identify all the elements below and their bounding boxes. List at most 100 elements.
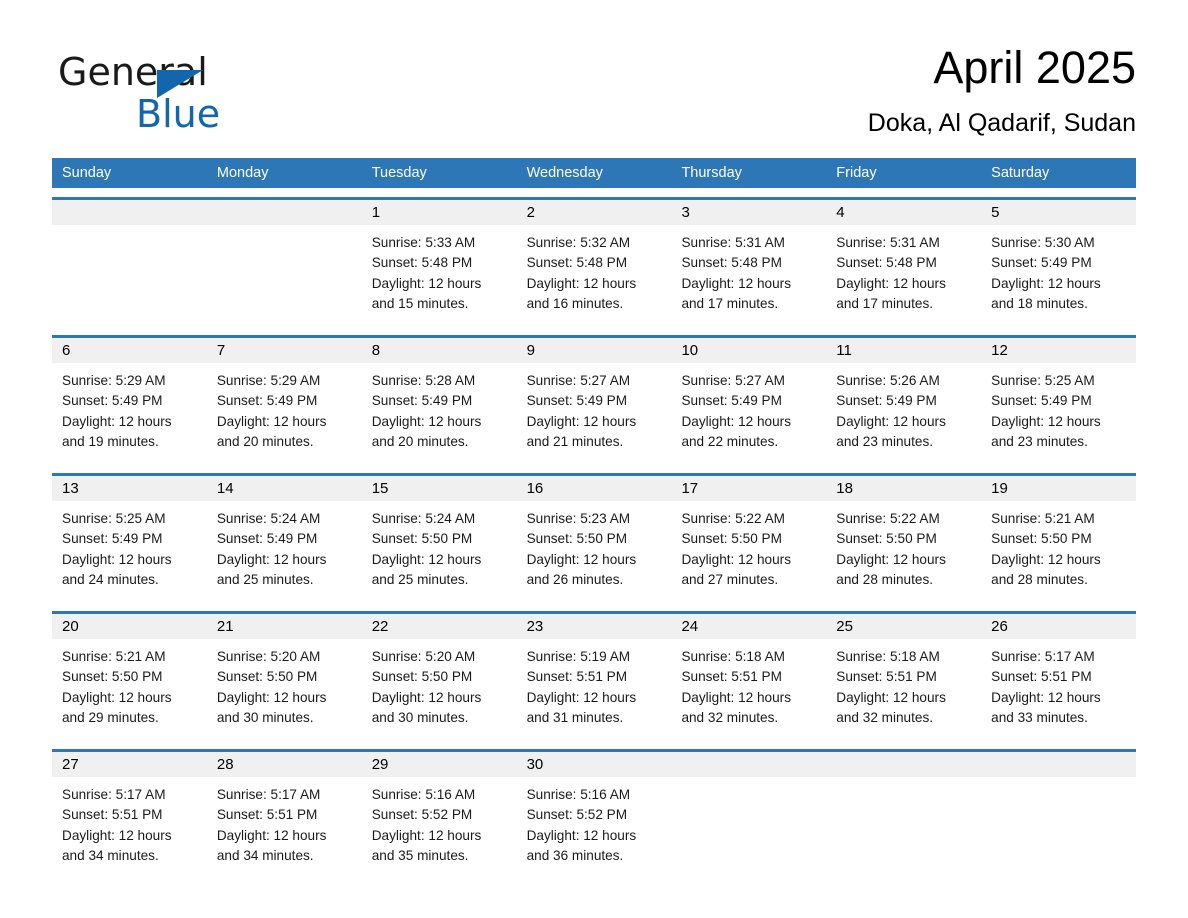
day-cell[interactable]: Sunrise: 5:21 AM Sunset: 5:50 PM Dayligh… (52, 639, 207, 740)
day-cell[interactable]: Sunrise: 5:28 AM Sunset: 5:49 PM Dayligh… (362, 363, 517, 464)
day-cell[interactable] (52, 225, 207, 326)
day-number: 2 (526, 204, 535, 221)
day-cell[interactable]: Sunrise: 5:18 AM Sunset: 5:51 PM Dayligh… (671, 639, 826, 740)
week-row: 13 14 15 16 17 18 19 Sunrise: 5:25 AM Su… (52, 473, 1136, 602)
day-cell[interactable]: Sunrise: 5:23 AM Sunset: 5:50 PM Dayligh… (517, 501, 672, 602)
sunset-text: Sunset: 5:50 PM (216, 669, 318, 685)
sunrise-text: Sunrise: 5:28 AM (371, 373, 476, 388)
day-cell[interactable]: Sunrise: 5:32 AM Sunset: 5:48 PM Dayligh… (517, 225, 672, 326)
day-cell[interactable]: Sunrise: 5:31 AM Sunset: 5:48 PM Dayligh… (826, 225, 981, 326)
calendar-table: Sunday Monday Tuesday Wednesday Thursday… (52, 158, 1136, 878)
day-number: 5 (991, 204, 1000, 221)
day-cell[interactable]: Sunrise: 5:17 AM Sunset: 5:51 PM Dayligh… (981, 639, 1136, 740)
sunrise-text: Sunrise: 5:24 AM (216, 511, 321, 526)
day-cell[interactable]: Sunrise: 5:33 AM Sunset: 5:48 PM Dayligh… (362, 225, 517, 326)
daylight-text-line2: and 15 minutes. (371, 295, 469, 311)
day-cell[interactable]: Sunrise: 5:21 AM Sunset: 5:50 PM Dayligh… (981, 501, 1136, 602)
day-number: 13 (62, 480, 79, 497)
day-number (671, 752, 826, 777)
day-cell[interactable]: Sunrise: 5:26 AM Sunset: 5:49 PM Dayligh… (826, 363, 981, 464)
day-cell[interactable]: Sunrise: 5:25 AM Sunset: 5:49 PM Dayligh… (981, 363, 1136, 464)
daylight-text-line2: and 31 minutes. (526, 709, 624, 725)
sunset-text: Sunset: 5:49 PM (991, 393, 1092, 409)
sunset-text: Sunset: 5:51 PM (62, 807, 163, 823)
weekday-header-monday: Monday (216, 165, 269, 181)
daylight-text-line2: and 34 minutes. (62, 847, 159, 863)
day-number: 23 (526, 618, 544, 635)
day-cell[interactable]: Sunrise: 5:29 AM Sunset: 5:49 PM Dayligh… (52, 363, 207, 464)
weekday-header-row: Sunday Monday Tuesday Wednesday Thursday… (52, 158, 1136, 188)
day-cell[interactable] (207, 225, 362, 326)
calendar-page: General Blue April 2025 Doka, Al Qadarif… (0, 0, 1188, 918)
week-detail-band: Sunrise: 5:17 AM Sunset: 5:51 PM Dayligh… (52, 777, 1136, 878)
sunrise-text: Sunrise: 5:17 AM (62, 787, 166, 802)
day-cell[interactable]: Sunrise: 5:18 AM Sunset: 5:51 PM Dayligh… (826, 639, 981, 740)
daylight-text-line1: Daylight: 12 hours (991, 551, 1101, 567)
daylight-text-line1: Daylight: 12 hours (526, 689, 637, 705)
daylight-text-line2: and 24 minutes. (62, 571, 159, 587)
day-number: 21 (216, 618, 234, 635)
sunset-text: Sunset: 5:51 PM (991, 669, 1092, 685)
day-cell[interactable]: Sunrise: 5:30 AM Sunset: 5:49 PM Dayligh… (981, 225, 1136, 326)
sunset-text: Sunset: 5:51 PM (836, 669, 937, 685)
sunrise-text: Sunrise: 5:18 AM (681, 649, 785, 664)
day-cell[interactable]: Sunrise: 5:16 AM Sunset: 5:52 PM Dayligh… (362, 777, 517, 878)
week-detail-band: Sunrise: 5:25 AM Sunset: 5:49 PM Dayligh… (52, 501, 1136, 602)
day-cell[interactable] (981, 777, 1136, 878)
day-cell[interactable]: Sunrise: 5:22 AM Sunset: 5:50 PM Dayligh… (826, 501, 981, 602)
day-number (981, 752, 1136, 777)
day-cell[interactable]: Sunrise: 5:27 AM Sunset: 5:49 PM Dayligh… (517, 363, 672, 464)
day-cell[interactable] (826, 777, 981, 878)
title-block: April 2025 Doka, Al Qadarif, Sudan (868, 40, 1136, 138)
daylight-text-line2: and 28 minutes. (836, 571, 934, 587)
daylight-text-line2: and 19 minutes. (62, 433, 159, 449)
sunrise-text: Sunrise: 5:17 AM (216, 787, 321, 802)
weekday-header-sunday: Sunday (62, 165, 112, 181)
week-daynumber-band: 27 28 29 30 (52, 752, 1136, 777)
weekday-header-thursday: Thursday (681, 165, 742, 181)
sunset-text: Sunset: 5:52 PM (371, 807, 473, 823)
day-number: 25 (836, 618, 853, 635)
daylight-text-line2: and 32 minutes. (836, 709, 934, 725)
sunset-text: Sunset: 5:51 PM (526, 669, 628, 685)
day-cell[interactable]: Sunrise: 5:19 AM Sunset: 5:51 PM Dayligh… (517, 639, 672, 740)
day-cell[interactable]: Sunrise: 5:31 AM Sunset: 5:48 PM Dayligh… (671, 225, 826, 326)
day-number: 8 (371, 342, 381, 359)
sunset-text: Sunset: 5:49 PM (836, 393, 937, 409)
daylight-text-line2: and 25 minutes. (371, 571, 469, 587)
daylight-text-line2: and 30 minutes. (371, 709, 469, 725)
daylight-text-line2: and 22 minutes. (681, 433, 779, 449)
sunset-text: Sunset: 5:48 PM (836, 255, 937, 271)
day-cell[interactable] (671, 777, 826, 878)
day-number: 24 (681, 618, 699, 635)
day-cell[interactable]: Sunrise: 5:20 AM Sunset: 5:50 PM Dayligh… (207, 639, 362, 740)
day-cell[interactable]: Sunrise: 5:24 AM Sunset: 5:50 PM Dayligh… (362, 501, 517, 602)
day-cell[interactable]: Sunrise: 5:20 AM Sunset: 5:50 PM Dayligh… (362, 639, 517, 740)
day-number: 29 (371, 756, 389, 773)
day-number: 30 (526, 756, 544, 773)
day-cell[interactable]: Sunrise: 5:29 AM Sunset: 5:49 PM Dayligh… (207, 363, 362, 464)
sunset-text: Sunset: 5:49 PM (371, 393, 473, 409)
week-detail-band: Sunrise: 5:33 AM Sunset: 5:48 PM Dayligh… (52, 225, 1136, 326)
day-number: 14 (216, 480, 234, 497)
day-cell[interactable]: Sunrise: 5:17 AM Sunset: 5:51 PM Dayligh… (52, 777, 207, 878)
day-number: 12 (991, 342, 1008, 359)
day-cell[interactable]: Sunrise: 5:16 AM Sunset: 5:52 PM Dayligh… (517, 777, 672, 878)
sunset-text: Sunset: 5:48 PM (681, 255, 782, 271)
daylight-text-line1: Daylight: 12 hours (681, 551, 792, 567)
day-cell[interactable]: Sunrise: 5:22 AM Sunset: 5:50 PM Dayligh… (671, 501, 826, 602)
day-cell[interactable]: Sunrise: 5:24 AM Sunset: 5:49 PM Dayligh… (207, 501, 362, 602)
daylight-text-line1: Daylight: 12 hours (371, 827, 482, 843)
weekday-header-wednesday: Wednesday (526, 165, 603, 181)
week-row: 1 2 3 4 5 Sunrise: 5:33 AM Sunset: 5:48 … (52, 197, 1136, 326)
daylight-text-line1: Daylight: 12 hours (62, 551, 172, 567)
day-cell[interactable]: Sunrise: 5:27 AM Sunset: 5:49 PM Dayligh… (671, 363, 826, 464)
day-cell[interactable]: Sunrise: 5:25 AM Sunset: 5:49 PM Dayligh… (52, 501, 207, 602)
daylight-text-line1: Daylight: 12 hours (526, 275, 637, 291)
sunset-text: Sunset: 5:48 PM (526, 255, 628, 271)
sunrise-text: Sunrise: 5:20 AM (371, 649, 476, 664)
daylight-text-line1: Daylight: 12 hours (991, 413, 1101, 429)
daylight-text-line1: Daylight: 12 hours (62, 827, 172, 843)
day-cell[interactable]: Sunrise: 5:17 AM Sunset: 5:51 PM Dayligh… (207, 777, 362, 878)
generalblue-logo[interactable]: General Blue (58, 50, 358, 136)
